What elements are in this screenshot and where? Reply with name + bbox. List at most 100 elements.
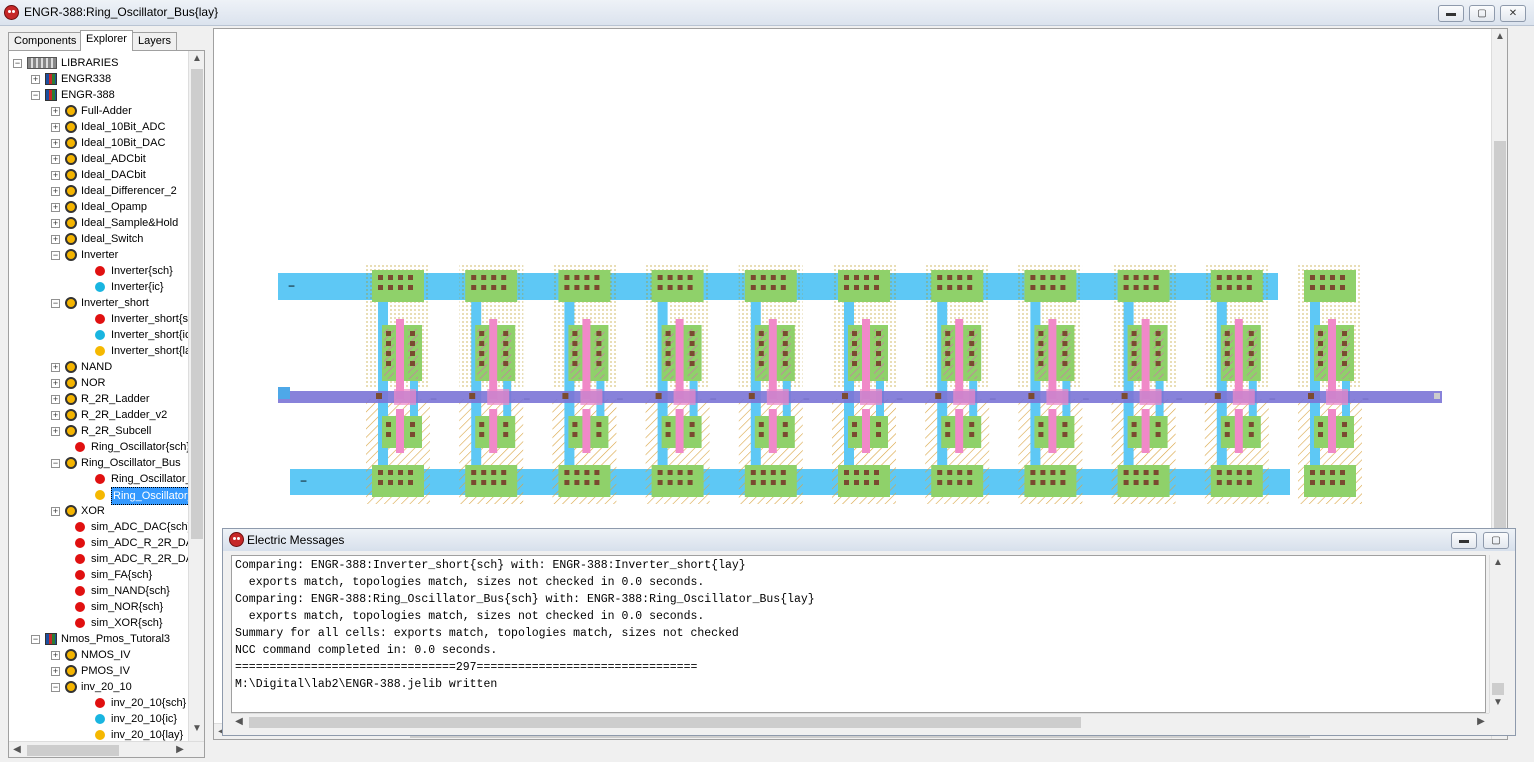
expand-icon[interactable]: + — [51, 379, 60, 388]
expand-icon[interactable]: + — [51, 411, 60, 420]
tree-item[interactable]: Inverter{ic} — [9, 279, 187, 295]
expand-icon[interactable]: + — [31, 75, 40, 84]
minimize-button[interactable]: ▬ — [1438, 5, 1464, 22]
collapse-icon[interactable]: − — [51, 459, 60, 468]
tree-item[interactable]: − LIBRARIES — [9, 55, 187, 71]
tab-explorer[interactable]: Explorer — [80, 30, 133, 51]
tree-item[interactable]: sim_ADC_R_2R_DA — [9, 535, 193, 551]
tree-item[interactable]: + NAND — [9, 359, 187, 375]
expand-icon[interactable]: + — [51, 507, 60, 516]
close-button[interactable]: ✕ — [1500, 5, 1526, 22]
messages-horizontal-scrollbar[interactable]: ◀ ▶ — [231, 713, 1489, 730]
tree-item[interactable]: Inverter_short{la — [9, 343, 191, 359]
contact-cut — [1226, 285, 1232, 290]
messages-scroll-left-icon[interactable]: ◀ — [231, 716, 247, 727]
tab-layers[interactable]: Layers — [132, 32, 178, 50]
tree-vscroll-thumb[interactable] — [191, 69, 203, 539]
tab-components[interactable]: Components — [8, 32, 83, 50]
scroll-up-arrow-icon[interactable]: ▲ — [189, 53, 204, 64]
tree-item[interactable]: + Ideal_ADCbit — [9, 151, 187, 167]
tree-item[interactable]: + Ideal_Opamp — [9, 199, 187, 215]
messages-vertical-scrollbar[interactable]: ▲ ▼ — [1489, 555, 1506, 713]
tree-item[interactable]: sim_NAND{sch} — [9, 583, 187, 599]
messages-text-area[interactable]: Comparing: ENGR-388:Inverter_short{sch} … — [231, 555, 1486, 713]
contact-cut — [491, 275, 497, 280]
tree-item[interactable]: − Ring_Oscillator_Bus — [9, 455, 187, 471]
tree-item[interactable]: + NOR — [9, 375, 187, 391]
tree-item[interactable]: + R_2R_Ladder_v2 — [9, 407, 187, 423]
scroll-down-arrow-icon[interactable]: ▼ — [189, 723, 204, 734]
expand-icon[interactable]: + — [51, 123, 60, 132]
tree-item[interactable]: + Full-Adder — [9, 103, 187, 119]
messages-scroll-down-icon[interactable]: ▼ — [1490, 697, 1506, 708]
tree-item[interactable]: + Ideal_10Bit_ADC — [9, 119, 187, 135]
tree-item[interactable]: − ENGR-388 — [9, 87, 187, 103]
messages-minimize-button[interactable]: ▬ — [1451, 532, 1477, 549]
tree-item[interactable]: Ring_Oscillator{sch} — [9, 439, 191, 455]
tree-item[interactable]: Inverter{sch} — [9, 263, 187, 279]
tree-item[interactable]: Inverter_short{s — [9, 311, 188, 327]
tree-item[interactable]: sim_XOR{sch} — [9, 615, 187, 631]
maximize-button[interactable]: ▢ — [1469, 5, 1495, 22]
expand-icon[interactable]: + — [51, 667, 60, 676]
tree-item[interactable]: − Inverter_short — [9, 295, 187, 311]
expand-icon[interactable]: + — [51, 427, 60, 436]
tree-item[interactable]: + R_2R_Subcell — [9, 423, 187, 439]
expand-icon[interactable]: + — [51, 203, 60, 212]
tree-item[interactable]: inv_20_10{sch} — [9, 695, 187, 711]
collapse-icon[interactable]: − — [51, 683, 60, 692]
expand-icon[interactable]: + — [51, 155, 60, 164]
tree-item[interactable]: + NMOS_IV — [9, 647, 187, 663]
tree-item[interactable]: inv_20_10{ic} — [9, 711, 187, 727]
collapse-icon[interactable]: − — [13, 59, 22, 68]
contact-cut — [665, 361, 671, 366]
tree-item[interactable]: + Ideal_Sample&Hold — [9, 215, 187, 231]
tree-item[interactable]: + Ideal_Switch — [9, 231, 187, 247]
expand-icon[interactable]: + — [51, 219, 60, 228]
messages-maximize-button[interactable]: ▢ — [1483, 532, 1509, 549]
collapse-icon[interactable]: − — [51, 299, 60, 308]
tree-horizontal-scrollbar[interactable]: ◀ ▶ — [9, 741, 204, 757]
tree-hscroll-thumb[interactable] — [27, 745, 119, 756]
tree-item[interactable]: − Inverter — [9, 247, 187, 263]
tree-item[interactable]: sim_NOR{sch} — [9, 599, 187, 615]
tree-item[interactable]: + PMOS_IV — [9, 663, 187, 679]
tree-item[interactable]: Inverter_short{ic — [9, 327, 190, 343]
expand-icon[interactable]: + — [51, 395, 60, 404]
scroll-left-arrow-icon[interactable]: ◀ — [9, 744, 25, 755]
collapse-icon[interactable]: − — [31, 91, 40, 100]
contact-cut — [854, 470, 859, 475]
tree-item-label: Ring_Oscillator{sch} — [91, 441, 191, 453]
tree-item[interactable]: Ring_Oscillator_ — [9, 471, 192, 487]
expand-icon[interactable]: + — [51, 651, 60, 660]
messages-vscroll-thumb[interactable] — [1492, 683, 1504, 695]
expand-icon[interactable]: + — [51, 235, 60, 244]
expand-icon[interactable]: + — [51, 171, 60, 180]
tree-item[interactable]: sim_ADC_R_2R_DA — [9, 551, 193, 567]
expand-icon[interactable]: + — [51, 139, 60, 148]
tree-item[interactable]: + Ideal_DACbit — [9, 167, 187, 183]
tree-item[interactable]: − Nmos_Pmos_Tutoral3 — [9, 631, 187, 647]
tree-item[interactable]: + R_2R_Ladder — [9, 391, 187, 407]
scroll-right-arrow-icon[interactable]: ▶ — [172, 744, 188, 755]
tree-item[interactable]: + Ideal_10Bit_DAC — [9, 135, 187, 151]
tree-item[interactable]: + Ideal_Differencer_2 — [9, 183, 187, 199]
expand-icon[interactable]: + — [51, 187, 60, 196]
tree-item[interactable]: sim_FA{sch} — [9, 567, 187, 583]
contact-cut — [1153, 275, 1159, 280]
tree-item[interactable]: sim_ADC_DAC{sch} — [9, 519, 191, 535]
tree-item[interactable]: Ring_Oscillator_ — [9, 487, 196, 505]
canvas-vscroll-thumb[interactable] — [1494, 141, 1506, 531]
messages-scroll-right-icon[interactable]: ▶ — [1473, 716, 1489, 727]
messages-scroll-up-icon[interactable]: ▲ — [1490, 557, 1506, 568]
collapse-icon[interactable]: − — [51, 251, 60, 260]
tree-item[interactable]: + XOR — [9, 503, 187, 519]
tree-vertical-scrollbar[interactable]: ▲ ▼ — [188, 51, 204, 741]
tree-item[interactable]: − inv_20_10 — [9, 679, 187, 695]
expand-icon[interactable]: + — [51, 363, 60, 372]
expand-icon[interactable]: + — [51, 107, 60, 116]
collapse-icon[interactable]: − — [31, 635, 40, 644]
messages-hscroll-thumb[interactable] — [249, 717, 1081, 728]
tree-item[interactable]: + ENGR338 — [9, 71, 187, 87]
canvas-scroll-up-icon[interactable]: ▲ — [1492, 31, 1507, 42]
